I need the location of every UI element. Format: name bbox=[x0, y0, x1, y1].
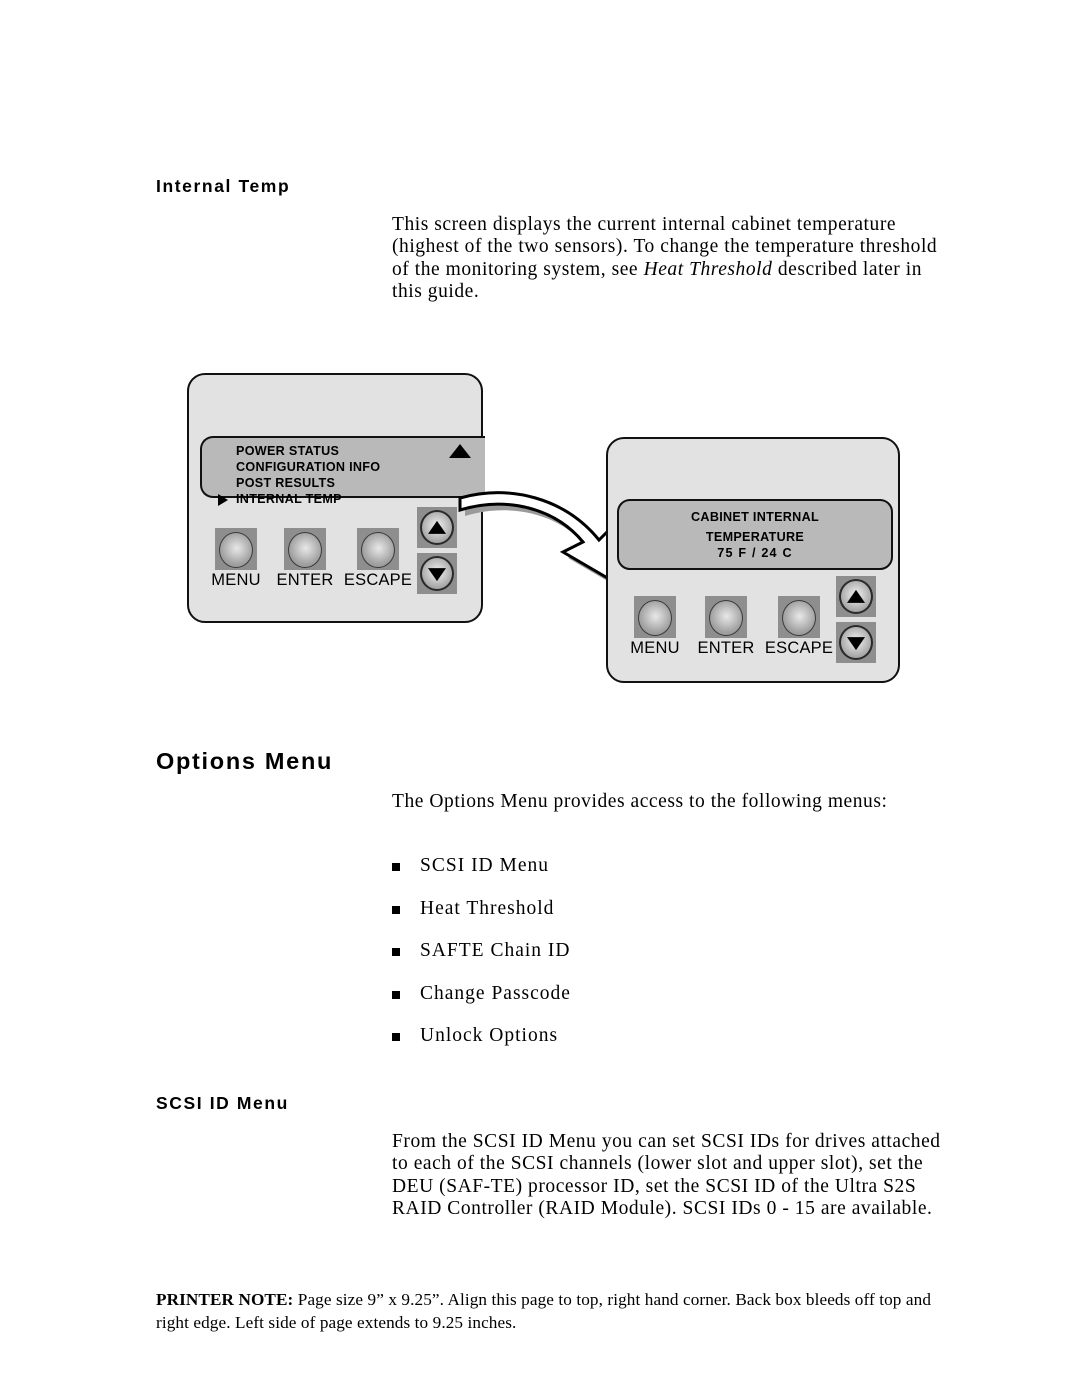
list-item: SAFTE Chain ID bbox=[392, 940, 912, 962]
button-scroll-down-dome bbox=[420, 556, 454, 591]
lcd-menu-item-post-results[interactable]: POST RESULTS bbox=[236, 476, 335, 490]
bullet-square-icon bbox=[392, 990, 400, 999]
button-scroll-up[interactable] bbox=[836, 576, 876, 617]
lcd-menu-item-configuration-info[interactable]: CONFIGURATION INFO bbox=[236, 460, 380, 474]
lcd-temp-line-cabinet-internal: CABINET INTERNAL bbox=[691, 510, 819, 524]
button-enter-label: ENTER bbox=[276, 571, 334, 589]
list-item: Heat Threshold bbox=[392, 898, 912, 920]
list-item-label: Change Passcode bbox=[420, 982, 571, 1004]
paragraph-options-menu: The Options Menu provides access to the … bbox=[392, 791, 888, 812]
bullet-square-icon bbox=[392, 863, 400, 871]
heading-scsi-id-menu: SCSI ID Menu bbox=[156, 1093, 289, 1113]
lcd-menu-item-power-status[interactable]: POWER STATUS bbox=[236, 444, 339, 458]
button-enter-dome bbox=[709, 600, 743, 636]
button-menu[interactable] bbox=[215, 528, 257, 570]
triangle-down-icon bbox=[847, 636, 865, 650]
triangle-down-icon bbox=[428, 567, 446, 581]
list-item-label: Unlock Options bbox=[420, 1025, 559, 1046]
button-escape[interactable] bbox=[778, 596, 820, 638]
lcd-temp-line-temperature: TEMPERATURE bbox=[705, 530, 805, 544]
button-scroll-down[interactable] bbox=[836, 622, 876, 663]
button-scroll-up-dome bbox=[839, 579, 873, 614]
lcd-menu-item-internal-temp[interactable]: INTERNAL TEMP bbox=[236, 492, 342, 506]
button-scroll-up-dome bbox=[420, 510, 454, 545]
button-escape-dome bbox=[361, 532, 395, 568]
paragraph-scsi-id-menu: From the SCSI ID Menu you can set SCSI I… bbox=[392, 1131, 941, 1219]
button-menu-label: MENU bbox=[630, 639, 680, 657]
heading-options-menu: Options Menu bbox=[156, 748, 334, 774]
button-escape-label: ESCAPE bbox=[343, 571, 413, 589]
button-escape[interactable] bbox=[357, 528, 399, 570]
selection-cursor-icon bbox=[218, 494, 228, 506]
button-escape-label: ESCAPE bbox=[764, 639, 834, 657]
button-scroll-down[interactable] bbox=[417, 553, 457, 594]
list-item: SCSI ID Menu bbox=[392, 855, 912, 877]
triangle-up-icon bbox=[428, 520, 446, 534]
list-item: Change Passcode bbox=[392, 983, 912, 1005]
button-menu-dome bbox=[638, 600, 672, 636]
triangle-up-icon bbox=[847, 589, 865, 603]
button-enter[interactable] bbox=[705, 596, 747, 638]
lcd-screen-menu: POWER STATUS CONFIGURATION INFO POST RES… bbox=[200, 436, 485, 506]
list-item-label: Heat Threshold bbox=[420, 897, 555, 919]
cross-reference-heat-threshold: Heat Threshold bbox=[643, 258, 773, 280]
document-page: Internal Temp This screen displays the c… bbox=[0, 0, 1080, 1397]
list-item-label: SAFTE Chain ID bbox=[420, 940, 571, 961]
list-item-label: SCSI ID Menu bbox=[420, 855, 550, 876]
button-enter-dome bbox=[288, 532, 322, 568]
heading-internal-temp: Internal Temp bbox=[156, 176, 291, 196]
paragraph-internal-temp: This screen displays the current interna… bbox=[392, 214, 952, 303]
button-enter[interactable] bbox=[284, 528, 326, 570]
lcd-temp-value: 75 F / 24 C bbox=[717, 546, 793, 560]
control-panel-menu-screen: POWER STATUS CONFIGURATION INFO POST RES… bbox=[187, 373, 485, 623]
button-menu-label: MENU bbox=[211, 571, 261, 589]
button-scroll-down-dome bbox=[839, 625, 873, 660]
bullet-square-icon bbox=[392, 948, 400, 956]
button-enter-label: ENTER bbox=[697, 639, 755, 657]
lcd-screen-temperature: CABINET INTERNAL TEMPERATURE 75 F / 24 C bbox=[617, 499, 893, 570]
button-escape-dome bbox=[782, 600, 816, 636]
button-menu[interactable] bbox=[634, 596, 676, 638]
bullet-square-icon bbox=[392, 1033, 400, 1041]
printer-note-label: PRINTER NOTE: bbox=[156, 1290, 294, 1309]
button-menu-dome bbox=[219, 532, 253, 568]
options-menu-list: SCSI ID Menu Heat Threshold SAFTE Chain … bbox=[392, 855, 912, 1068]
bullet-square-icon bbox=[392, 905, 400, 914]
button-scroll-up[interactable] bbox=[417, 507, 457, 548]
list-item: Unlock Options bbox=[392, 1025, 912, 1047]
printer-note: PRINTER NOTE: Page size 9” x 9.25”. Alig… bbox=[156, 1288, 936, 1334]
control-panel-temperature-screen: CABINET INTERNAL TEMPERATURE 75 F / 24 C… bbox=[606, 437, 900, 683]
